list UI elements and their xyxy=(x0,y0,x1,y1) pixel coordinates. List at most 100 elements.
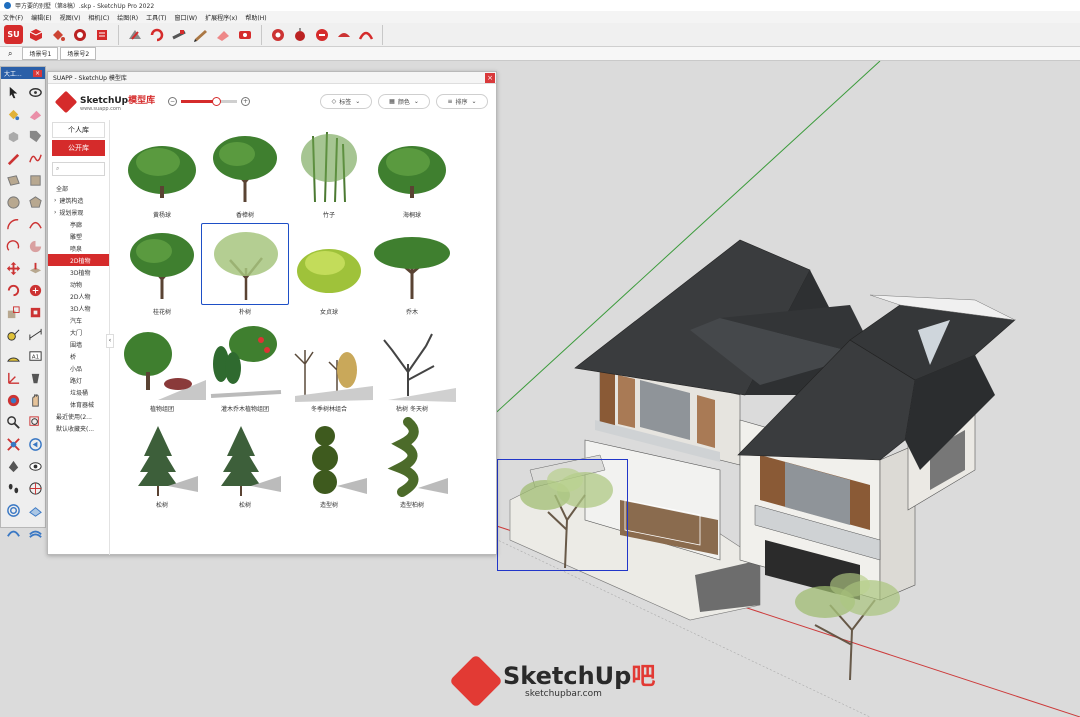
axes-icon[interactable] xyxy=(2,367,24,389)
model-thumbnail[interactable] xyxy=(285,126,373,208)
stamp-icon[interactable] xyxy=(24,521,46,543)
tape-icon[interactable] xyxy=(235,25,254,44)
curve-icon[interactable] xyxy=(356,25,375,44)
model-thumbnail[interactable] xyxy=(285,416,373,498)
model-thumbnail[interactable] xyxy=(201,126,289,208)
eraser-icon[interactable] xyxy=(213,25,232,44)
eraser-icon[interactable] xyxy=(24,103,46,125)
model-thumbnail[interactable] xyxy=(201,320,289,402)
tag-filter-button[interactable]: ◇ 标签 ⌄ xyxy=(320,94,372,109)
category-item[interactable]: 3D植物 xyxy=(48,266,109,278)
model-thumbnail[interactable] xyxy=(118,223,206,305)
category-item[interactable]: › 建筑构造 xyxy=(48,194,109,206)
zoom-window-icon[interactable] xyxy=(24,411,46,433)
model-tile[interactable]: 黄杨球 xyxy=(117,120,207,224)
rotate-icon[interactable] xyxy=(147,25,166,44)
section-icon[interactable] xyxy=(125,25,144,44)
menu-extensions[interactable]: 扩展程序(x) xyxy=(205,13,237,22)
category-item[interactable]: 亭廊 xyxy=(48,218,109,230)
slider-track[interactable] xyxy=(181,97,237,106)
model-thumbnail[interactable] xyxy=(285,320,373,402)
category-item[interactable]: 喷泉 xyxy=(48,242,109,254)
gear-red-icon[interactable] xyxy=(268,25,287,44)
polygon-icon[interactable] xyxy=(24,191,46,213)
category-item[interactable]: 雕塑 xyxy=(48,230,109,242)
zoom-out-icon[interactable]: − xyxy=(168,97,177,106)
rectangle-icon[interactable] xyxy=(2,169,24,191)
collapse-handle[interactable]: ‹ xyxy=(106,334,114,348)
circle-icon[interactable] xyxy=(2,191,24,213)
thumbnail-size-slider[interactable]: − + xyxy=(168,97,250,106)
tape-measure-icon[interactable] xyxy=(2,323,24,345)
three-point-arc-icon[interactable] xyxy=(2,235,24,257)
menu-camera[interactable]: 相机(C) xyxy=(88,13,109,22)
text-icon[interactable]: A1 xyxy=(24,345,46,367)
model-thumbnail[interactable] xyxy=(201,223,289,305)
slider-handle[interactable] xyxy=(211,97,221,106)
pie-icon[interactable] xyxy=(24,235,46,257)
category-item[interactable]: › 规划景观 xyxy=(48,206,109,218)
category-item[interactable]: 2D人物 xyxy=(48,290,109,302)
category-item[interactable]: 路灯 xyxy=(48,374,109,386)
model-thumbnail[interactable] xyxy=(118,416,206,498)
search-icon[interactable]: ⌕ xyxy=(8,49,12,59)
category-item[interactable]: 汽车 xyxy=(48,314,109,326)
category-item[interactable]: 最近使用(2... xyxy=(48,410,109,422)
model-thumbnail[interactable] xyxy=(368,223,456,305)
sandbox-contours-icon[interactable] xyxy=(2,499,24,521)
move-icon[interactable] xyxy=(2,257,24,279)
tab-personal-library[interactable]: 个人库 xyxy=(52,122,105,138)
component-icon[interactable] xyxy=(70,25,89,44)
rotated-rectangle-icon[interactable] xyxy=(24,169,46,191)
3d-text-icon[interactable] xyxy=(24,367,46,389)
reset-icon[interactable] xyxy=(312,25,331,44)
look-around-icon[interactable] xyxy=(24,455,46,477)
arc-icon[interactable] xyxy=(2,213,24,235)
category-item[interactable]: 围墙 xyxy=(48,338,109,350)
smoove-icon[interactable] xyxy=(2,521,24,543)
category-item[interactable]: 大门 xyxy=(48,326,109,338)
make-component-icon[interactable] xyxy=(2,125,24,147)
color-filter-button[interactable]: ▦ 颜色 ⌄ xyxy=(378,94,430,109)
category-item[interactable]: 体育器械 xyxy=(48,398,109,410)
model-thumbnail[interactable] xyxy=(368,416,456,498)
model-thumbnail[interactable] xyxy=(368,126,456,208)
model-tile[interactable]: 香樟树 xyxy=(200,120,290,224)
section-plane-icon[interactable] xyxy=(24,477,46,499)
category-item[interactable]: 2D植物 xyxy=(48,254,109,266)
pencil-icon[interactable] xyxy=(2,147,24,169)
model-tile[interactable]: 桂花树 xyxy=(117,217,207,321)
expand-arrow-icon[interactable]: › xyxy=(54,209,56,216)
paint-bucket-icon[interactable] xyxy=(2,103,24,125)
model-tile[interactable]: 造型柏树 xyxy=(367,410,457,514)
zoom-icon[interactable] xyxy=(2,411,24,433)
select-arrow-icon[interactable] xyxy=(2,81,24,103)
tag-icon[interactable] xyxy=(24,125,46,147)
model-thumbnail[interactable] xyxy=(118,126,206,208)
close-icon[interactable]: × xyxy=(485,72,495,83)
menu-file[interactable]: 文件(F) xyxy=(3,13,23,22)
orbit-icon[interactable] xyxy=(24,81,46,103)
suapp-icon[interactable]: SU xyxy=(4,25,23,44)
model-thumbnail[interactable] xyxy=(201,416,289,498)
offset-icon[interactable] xyxy=(24,301,46,323)
model-tile[interactable]: 海桐球 xyxy=(367,120,457,224)
category-item[interactable]: 垃圾桶 xyxy=(48,386,109,398)
category-item[interactable]: 动物 xyxy=(48,278,109,290)
orbit-view-icon[interactable] xyxy=(2,389,24,411)
model-tile[interactable]: 松树 xyxy=(200,410,290,514)
model-thumbnail[interactable] xyxy=(118,320,206,402)
model-tile[interactable]: 女贞球 xyxy=(284,217,374,321)
model-tile[interactable]: 冬季树林组合 xyxy=(284,314,374,418)
follow-me-icon[interactable] xyxy=(24,279,46,301)
pencil-icon[interactable] xyxy=(191,25,210,44)
panel-title-bar[interactable]: SUAPP - SketchUp 模型库 × xyxy=(48,72,496,84)
sort-button[interactable]: ≡ 排序 ⌄ xyxy=(436,94,488,109)
soften-icon[interactable] xyxy=(334,25,353,44)
model-tile[interactable]: 枯树 冬天树 xyxy=(367,314,457,418)
zoom-in-icon[interactable]: + xyxy=(241,97,250,106)
category-item[interactable]: 全部 xyxy=(48,182,109,194)
model-thumbnail[interactable] xyxy=(368,320,456,402)
model-thumbnail[interactable] xyxy=(285,223,373,305)
close-icon[interactable]: × xyxy=(32,69,42,77)
